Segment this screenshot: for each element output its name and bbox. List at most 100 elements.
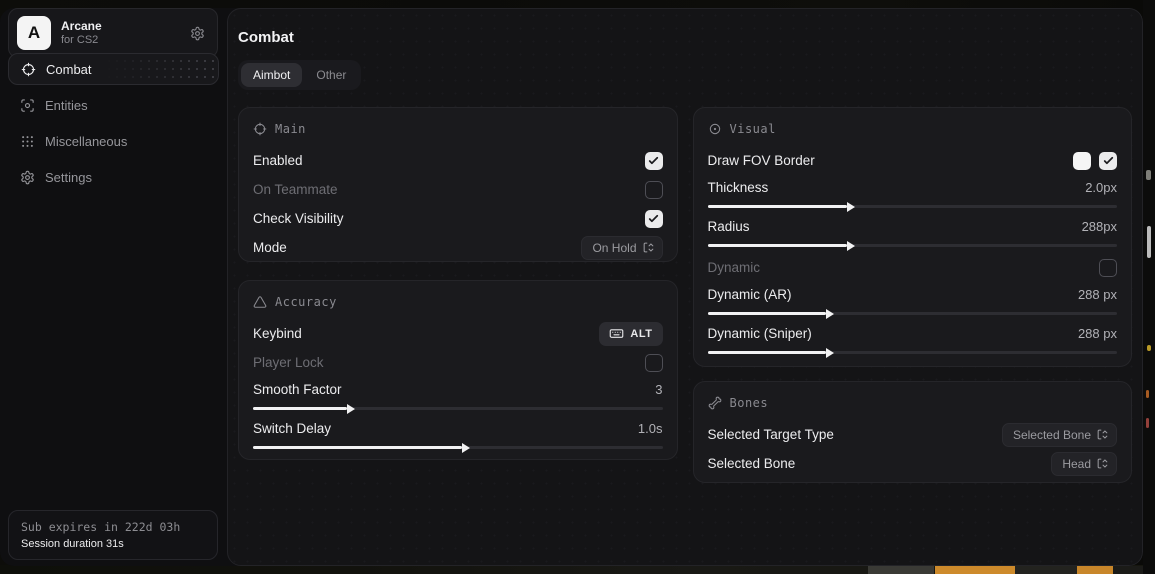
setting-row-player-lock: Player Lock: [253, 348, 663, 377]
mode-select[interactable]: On Hold: [581, 236, 662, 260]
slider-fill: [708, 351, 827, 354]
background-right-strip: [1143, 0, 1155, 574]
settings-columns: Main Enabled On Teammate: [238, 107, 1132, 483]
section-header-label: Main: [275, 122, 306, 136]
sidebar-item-entities[interactable]: Entities: [8, 89, 219, 121]
tab-bar: Aimbot Other: [238, 60, 361, 90]
dynamic-sniper-slider[interactable]: [708, 351, 1118, 354]
bone-icon: [708, 396, 722, 410]
subscription-card: Sub expires in 222d 03h Session duration…: [8, 510, 218, 560]
section-header-label: Visual: [730, 122, 776, 136]
setting-label: Thickness: [708, 180, 769, 195]
enabled-checkbox[interactable]: [645, 152, 663, 170]
sidebar-nav: Combat Entities Miscellaneous: [0, 53, 227, 193]
setting-row-keybind: Keybind ALT: [253, 319, 663, 348]
slider-fill: [253, 407, 347, 410]
smooth-factor-slider[interactable]: [253, 407, 663, 410]
on-teammate-checkbox[interactable]: [645, 181, 663, 199]
fov-border-color-swatch[interactable]: [1073, 152, 1091, 170]
sidebar-item-label: Entities: [45, 98, 88, 113]
radius-slider[interactable]: [708, 244, 1118, 247]
setting-row-selected-bone: Selected Bone Head: [708, 449, 1118, 478]
slider-fill: [708, 205, 847, 208]
tab-other[interactable]: Other: [304, 63, 358, 87]
right-column: Visual Draw FOV Border: [693, 107, 1133, 483]
setting-value: 288px: [1082, 219, 1117, 234]
left-column: Main Enabled On Teammate: [238, 107, 678, 483]
draw-fov-border-checkbox[interactable]: [1099, 152, 1117, 170]
section-bones: Bones Selected Target Type Selected Bone: [693, 381, 1133, 483]
gear-icon: [20, 170, 35, 185]
crosshair-icon: [21, 62, 36, 77]
setting-value: 288 px: [1078, 287, 1117, 302]
setting-label: Switch Delay: [253, 421, 331, 436]
setting-value: 2.0px: [1085, 180, 1117, 195]
setting-label: Smooth Factor: [253, 382, 342, 397]
check-icon: [647, 212, 660, 225]
setting-row-selected-target-type: Selected Target Type Selected Bone: [708, 420, 1118, 449]
scan-eye-icon: [20, 98, 35, 113]
setting-row-check-visibility: Check Visibility: [253, 204, 663, 233]
setting-value: 288 px: [1078, 326, 1117, 341]
background-scrollbar-thumb[interactable]: [1147, 226, 1151, 258]
setting-row-dynamic: Dynamic: [708, 253, 1118, 282]
setting-label: Selected Target Type: [708, 427, 834, 442]
tab-aimbot[interactable]: Aimbot: [241, 63, 302, 87]
slider-fill: [708, 244, 847, 247]
circle-dot-icon: [708, 122, 722, 136]
setting-label: Check Visibility: [253, 211, 344, 226]
setting-label: Dynamic: [708, 260, 761, 275]
setting-label: Player Lock: [253, 355, 324, 370]
check-visibility-checkbox[interactable]: [645, 210, 663, 228]
setting-value: 1.0s: [638, 421, 663, 436]
select-chevrons-icon: [1096, 428, 1109, 441]
triangle-icon: [253, 295, 267, 309]
select-chevrons-icon: [642, 241, 655, 254]
app-window: A Arcane for CS2 Category Combat: [0, 8, 1143, 566]
section-header-label: Bones: [730, 396, 769, 410]
setting-label: Dynamic (Sniper): [708, 326, 812, 341]
gear-icon[interactable]: [190, 26, 205, 41]
switch-delay-slider[interactable]: [253, 446, 663, 449]
selected-bone-value: Head: [1062, 457, 1091, 471]
background-artifact: [935, 566, 1015, 574]
setting-row-mode: Mode On Hold: [253, 233, 663, 262]
mode-select-value: On Hold: [592, 241, 636, 255]
background-bottom-strip: [0, 565, 1155, 574]
setting-row-smooth-factor: Smooth Factor 3: [253, 377, 663, 416]
section-accuracy: Accuracy Keybind ALT: [238, 280, 678, 460]
section-visual: Visual Draw FOV Border: [693, 107, 1133, 367]
slider-fill: [253, 446, 462, 449]
setting-label: Selected Bone: [708, 456, 796, 471]
setting-label: Draw FOV Border: [708, 153, 815, 168]
keybind-button[interactable]: ALT: [599, 322, 662, 346]
selected-target-type-select[interactable]: Selected Bone: [1002, 423, 1117, 447]
thickness-slider[interactable]: [708, 205, 1118, 208]
select-chevrons-icon: [1096, 457, 1109, 470]
dynamic-ar-slider[interactable]: [708, 312, 1118, 315]
section-main: Main Enabled On Teammate: [238, 107, 678, 262]
player-lock-checkbox[interactable]: [645, 354, 663, 372]
app-header-card: A Arcane for CS2: [8, 8, 218, 58]
setting-label: Radius: [708, 219, 750, 234]
sidebar-item-miscellaneous[interactable]: Miscellaneous: [8, 125, 219, 157]
crosshair-icon: [253, 122, 267, 136]
setting-label: Enabled: [253, 153, 303, 168]
selected-bone-select[interactable]: Head: [1051, 452, 1117, 476]
sidebar-item-settings[interactable]: Settings: [8, 161, 219, 193]
desktop-screen: A Arcane for CS2 Category Combat: [0, 0, 1155, 574]
keybind-value: ALT: [630, 328, 652, 340]
session-duration-text: Session duration 31s: [21, 538, 205, 550]
setting-row-enabled: Enabled: [253, 146, 663, 175]
setting-label: Keybind: [253, 326, 302, 341]
app-title-block: Arcane for CS2: [61, 19, 180, 48]
app-logo: A: [17, 16, 51, 50]
page-title: Combat: [238, 29, 1132, 46]
setting-row-switch-delay: Switch Delay 1.0s: [253, 416, 663, 455]
dynamic-checkbox[interactable]: [1099, 259, 1117, 277]
sidebar: A Arcane for CS2 Category Combat: [0, 8, 227, 566]
background-artifact: [868, 566, 934, 574]
grip-dots-icon: [20, 134, 35, 149]
sidebar-item-combat[interactable]: Combat: [8, 53, 219, 85]
main-panel: Combat Aimbot Other Main: [227, 8, 1143, 566]
